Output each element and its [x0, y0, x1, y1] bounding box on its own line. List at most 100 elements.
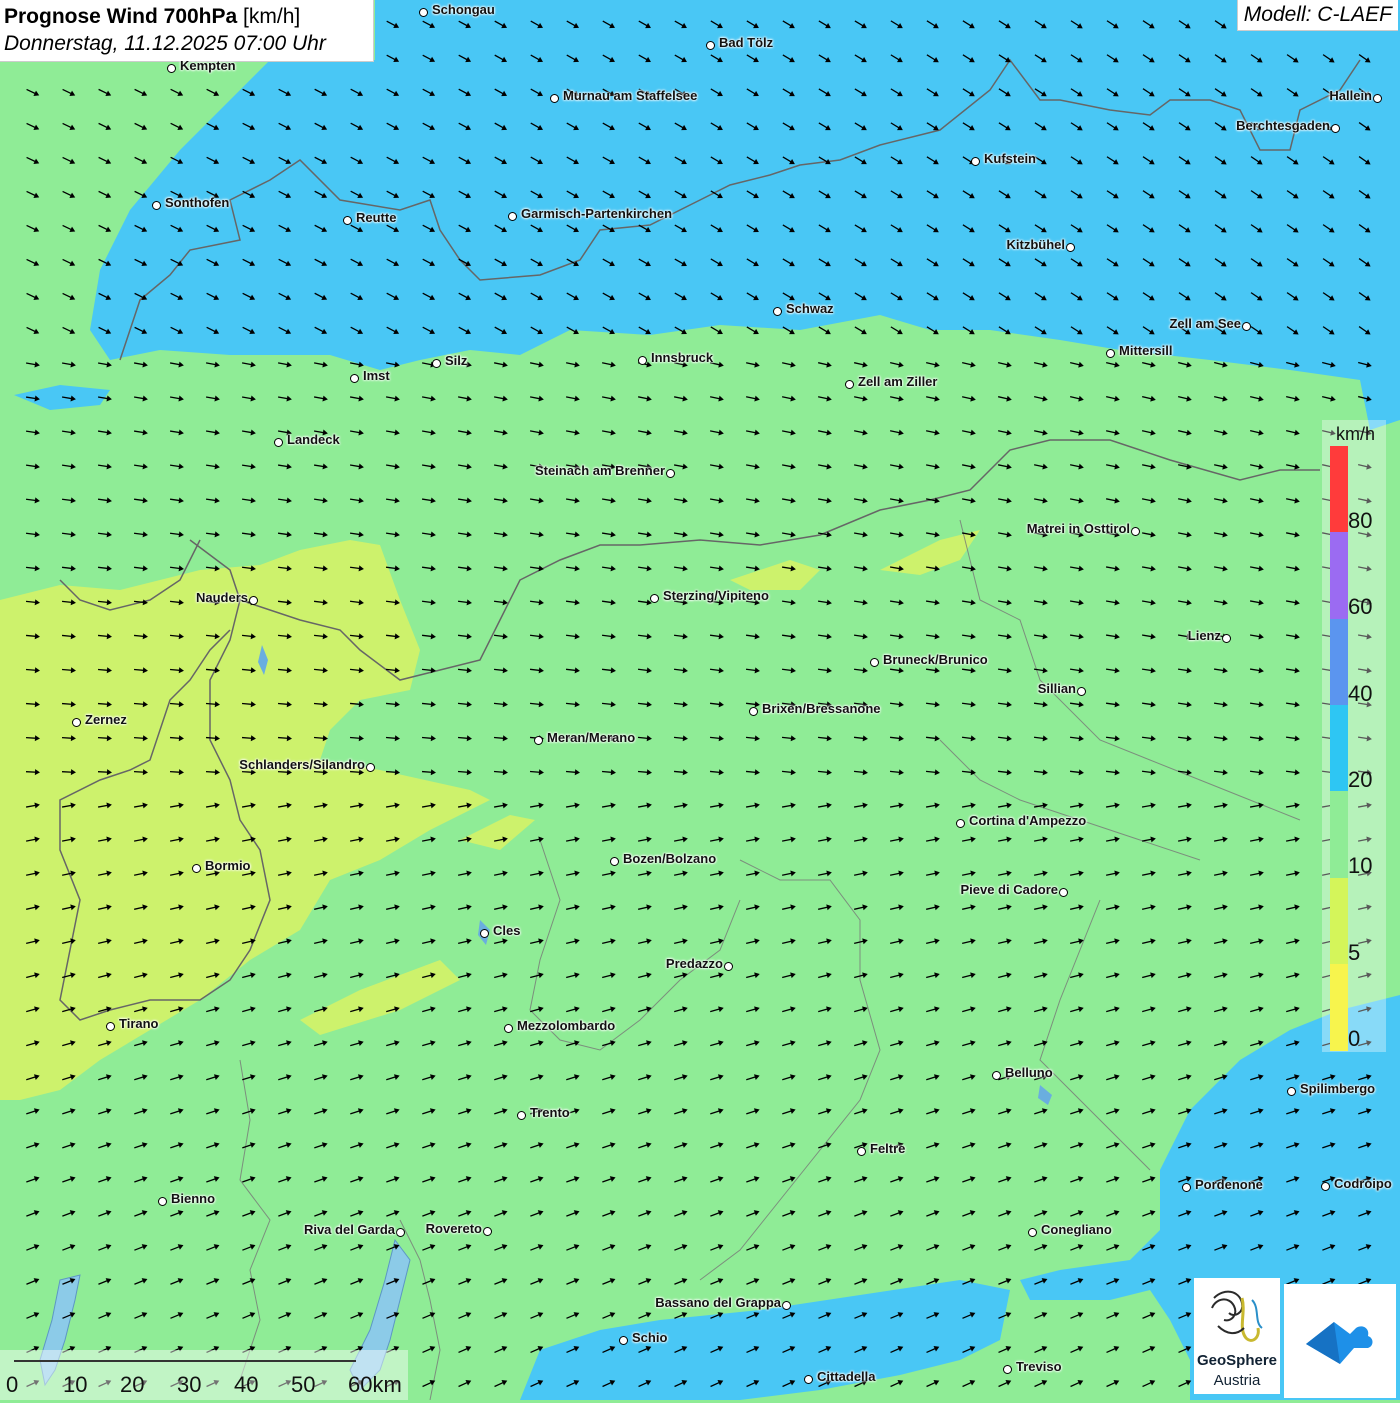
city-label: Bozen/Bolzano	[623, 851, 717, 866]
city-marker	[192, 864, 201, 873]
city-label: Cortina d'Ampezzo	[969, 813, 1087, 828]
city-label: Berchtesgaden	[1236, 118, 1330, 133]
cloud-arrow-icon	[1306, 1322, 1373, 1364]
city-marker	[650, 594, 659, 603]
city-marker	[1331, 124, 1340, 133]
city-label: Mezzolombardo	[517, 1018, 616, 1033]
city-marker	[483, 1227, 492, 1236]
map-title-box: Prognose Wind 700hPa [km/h] Donnerstag, …	[0, 0, 374, 62]
city-marker	[992, 1071, 1001, 1080]
city-marker	[610, 857, 619, 866]
city-marker	[666, 469, 675, 478]
city-label: Pieve di Cadore	[960, 882, 1058, 897]
city-label: Riva del Garda	[303, 1222, 395, 1237]
city-marker	[749, 707, 758, 716]
city-label: Treviso	[1016, 1359, 1062, 1374]
city-label: Pordenone	[1195, 1177, 1263, 1192]
scale-bar-label: 40	[234, 1372, 259, 1397]
city-marker	[343, 216, 352, 225]
city-label: Nauders	[195, 590, 248, 605]
city-label: Mittersill	[1119, 343, 1173, 358]
geosphere-austria-logo: GeoSphere Austria	[1194, 1278, 1280, 1394]
legend-label: 40	[1348, 680, 1373, 706]
scale-bar-label: 0	[6, 1372, 19, 1397]
city-label: Zernez	[85, 712, 127, 727]
city-marker	[619, 1336, 628, 1345]
city-marker	[508, 212, 517, 221]
scale-bar-label: 10	[63, 1372, 88, 1397]
city-label: Feltre	[870, 1141, 906, 1156]
city-label: Sonthofen	[165, 195, 230, 210]
legend-label: 20	[1348, 766, 1373, 792]
city-label: Matrei in Osttirol	[1026, 521, 1130, 536]
city-label: Schlanders/Silandro	[239, 757, 365, 772]
city-marker	[870, 658, 879, 667]
legend-color-segment	[1330, 791, 1348, 878]
city-marker	[517, 1111, 526, 1120]
legend-color-segment	[1330, 704, 1348, 792]
map-title-bold: Prognose Wind 700hPa	[4, 5, 238, 28]
city-label: Silz	[445, 353, 468, 368]
city-marker	[106, 1022, 115, 1031]
legend-color-segment	[1330, 618, 1348, 706]
legend-label: 0	[1348, 1025, 1361, 1051]
city-label: Zell am Ziller	[858, 374, 938, 389]
legend-color-segment	[1330, 877, 1348, 965]
legend-unit: km/h	[1336, 424, 1376, 444]
legend-label: 10	[1348, 853, 1373, 879]
legend-color-bar	[1330, 446, 1348, 1051]
map-title: Prognose Wind 700hPa [km/h]	[4, 4, 369, 30]
legend-label: 80	[1348, 508, 1373, 533]
city-marker	[432, 359, 441, 368]
city-marker	[724, 962, 733, 971]
city-label: Lienz	[1187, 628, 1221, 643]
city-marker	[857, 1147, 866, 1156]
city-marker	[1222, 634, 1231, 643]
city-label: Schio	[632, 1330, 668, 1345]
wind-speed-legend: km/h 80 60 40 20 10 5 0	[1322, 420, 1386, 1052]
city-label: Landeck	[287, 432, 340, 447]
city-label: Garmisch-Partenkirchen	[521, 206, 673, 221]
city-marker	[1131, 527, 1140, 536]
city-label: Bruneck/Brunico	[883, 652, 988, 667]
city-marker	[1028, 1228, 1037, 1237]
city-label: Kitzbühel	[1006, 237, 1066, 252]
city-marker	[419, 8, 428, 17]
scale-bar-label: 60km	[348, 1372, 402, 1397]
city-label: Zell am See	[1169, 316, 1241, 331]
forecast-datetime: Donnerstag, 11.12.2025 07:00 Uhr	[4, 32, 326, 55]
city-marker	[1066, 243, 1075, 252]
city-marker	[167, 64, 176, 73]
city-label: Belluno	[1005, 1065, 1053, 1080]
city-label: Imst	[363, 368, 390, 383]
city-label: Hallein	[1329, 88, 1372, 103]
cloud-app-logo	[1284, 1284, 1396, 1398]
city-marker	[72, 718, 81, 727]
scale-bar-line	[14, 1360, 356, 1362]
city-marker	[638, 356, 647, 365]
city-marker	[274, 438, 283, 447]
city-marker	[845, 380, 854, 389]
city-label: Murnau am Staffelsee	[563, 88, 698, 103]
legend-label: 60	[1348, 594, 1373, 620]
city-marker	[782, 1301, 791, 1310]
scale-bar: 0 10 20 30 40 50 60km	[0, 1350, 408, 1400]
scale-bar-label: 50	[291, 1372, 316, 1397]
city-marker	[534, 736, 543, 745]
city-label: Schongau	[432, 2, 495, 17]
city-marker	[1182, 1183, 1191, 1192]
city-label: Cles	[493, 923, 521, 938]
city-marker	[956, 819, 965, 828]
city-marker	[971, 157, 980, 166]
city-marker	[1242, 322, 1251, 331]
map-title-unit: [km/h]	[243, 5, 301, 28]
city-label: Trento	[530, 1105, 570, 1120]
city-marker	[1106, 349, 1115, 358]
model-label: Modell: C-LAEF	[1236, 0, 1398, 31]
city-label: Sterzing/Vipiteno	[663, 588, 769, 603]
city-marker	[804, 1375, 813, 1384]
city-label: Spilimbergo	[1300, 1081, 1376, 1096]
city-label: Sillian	[1037, 681, 1076, 696]
city-marker	[1373, 94, 1382, 103]
city-label: Meran/Merano	[547, 730, 636, 745]
